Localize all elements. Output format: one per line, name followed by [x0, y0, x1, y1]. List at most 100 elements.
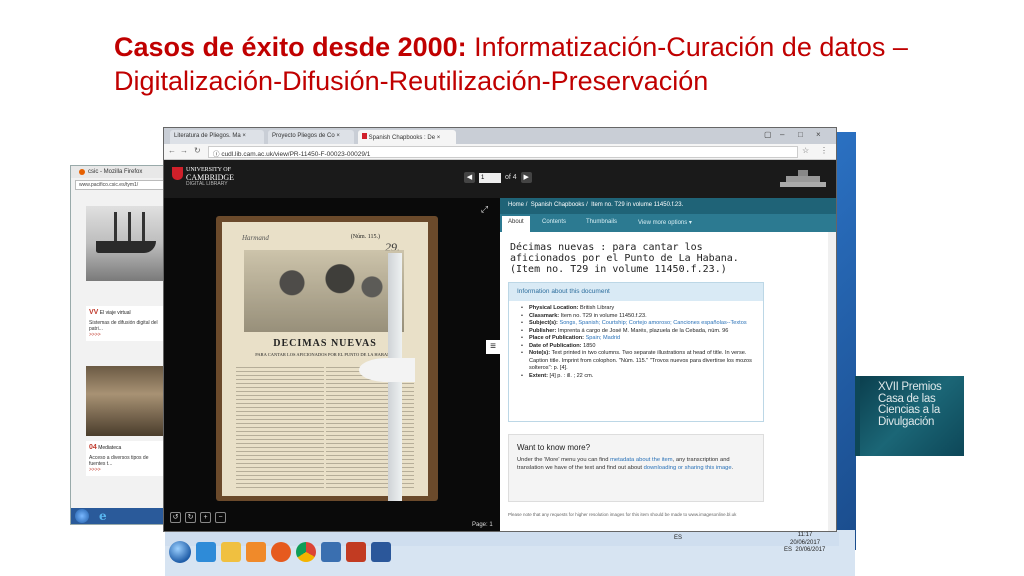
- firefox-url-field[interactable]: www.pacifico.csic.es/tym1/: [75, 180, 165, 190]
- field-place: Place of Publication: Spain; Madrid: [521, 335, 753, 343]
- clock-time: 11:17: [797, 532, 813, 538]
- tab-contents[interactable]: Contents: [542, 219, 566, 225]
- tray-language: ES: [784, 547, 793, 553]
- shield-icon: [172, 167, 183, 180]
- field-label: Extent:: [529, 372, 548, 379]
- field-value: Item no. T29 in volume 11450.f.23.: [559, 312, 647, 319]
- tab-literatura[interactable]: Literatura de Pliegos. Ma ×: [170, 130, 264, 144]
- more-text-part: Under the 'More' menu you can find: [517, 457, 611, 463]
- zoom-out-icon[interactable]: −: [215, 512, 226, 523]
- logo-line: CAMBRIDGE: [186, 173, 235, 182]
- page-input[interactable]: 1: [479, 172, 501, 183]
- powerpoint-icon[interactable]: [346, 542, 366, 562]
- premios-line: XVII Premios: [878, 381, 942, 393]
- rotate-right-icon[interactable]: ↻: [185, 512, 196, 523]
- close-icon[interactable]: ×: [336, 133, 340, 139]
- card-viaje-virtual[interactable]: VV El viaje virtual Sistemas de difusión…: [86, 306, 166, 341]
- windows-start-icon[interactable]: [169, 541, 191, 563]
- scan-number: (Núm. 115.): [350, 234, 380, 240]
- thunderbird-icon[interactable]: [321, 542, 341, 562]
- firefox-icon[interactable]: [271, 542, 291, 562]
- tab-about[interactable]: About: [502, 216, 530, 232]
- tray-language[interactable]: ES: [674, 535, 682, 541]
- tab-thumbnails[interactable]: Thumbnails: [586, 219, 617, 225]
- card-more-link[interactable]: >>>>: [89, 332, 163, 338]
- url-text: cudl.lib.cam.ac.uk/view/PR-11450-F-00023…: [221, 151, 371, 158]
- slide-title: Casos de éxito desde 2000: Informatizaci…: [114, 30, 994, 98]
- chrome-icon[interactable]: [296, 542, 316, 562]
- premios-line: Divulgación: [878, 415, 935, 428]
- start-button[interactable]: [75, 509, 89, 523]
- tray-clock-secondary[interactable]: ES 20/06/2017: [784, 546, 825, 555]
- viewer-controls: ↺ ↻ + −: [170, 512, 226, 523]
- tab-label: Proyecto Pliegos de Co: [272, 133, 335, 139]
- field-value: Imprenta á cargo de José M. Marés, plazu…: [556, 327, 729, 334]
- browser-window: Literatura de Pliegos. Ma × Proyecto Pli…: [163, 127, 837, 532]
- field-label: Date of Publication:: [529, 342, 582, 349]
- more-text: Under the 'More' menu you can find metad…: [517, 457, 755, 472]
- info-heading: Information about this document: [509, 283, 763, 301]
- tab-spanish-chapbooks[interactable]: Spanish Chapbooks : De ×: [358, 130, 456, 144]
- field-value[interactable]: Spain; Madrid: [584, 335, 621, 341]
- image-viewer[interactable]: ⤢ Harmand (Núm. 115.) 29. DECIMAS NUEVAS…: [164, 198, 500, 531]
- card-number: VV: [89, 309, 99, 316]
- hamburger-icon[interactable]: ≡: [486, 340, 500, 354]
- page-of: of 4: [505, 174, 517, 181]
- field-value: British Library: [578, 305, 615, 311]
- ie-icon[interactable]: e: [99, 509, 107, 523]
- card-text: Sistemas de difusión digital del patri..…: [89, 320, 158, 332]
- card-more-link[interactable]: >>>>: [89, 467, 163, 473]
- woodcut-illustration: [244, 250, 404, 332]
- field-publisher: Publisher: Imprenta á cargo de José M. M…: [521, 327, 753, 336]
- folder-icon[interactable]: [221, 542, 241, 562]
- reload-icon[interactable]: ↻: [194, 146, 201, 155]
- maximize-icon[interactable]: □: [798, 130, 803, 139]
- tab-view-more-options[interactable]: View more options ▾: [638, 219, 692, 226]
- ship-photo: [86, 206, 166, 281]
- close-icon[interactable]: ×: [242, 133, 246, 139]
- tab-proyecto[interactable]: Proyecto Pliegos de Co ×: [268, 130, 354, 144]
- close-icon[interactable]: ×: [437, 135, 441, 141]
- firefox-icon: [79, 169, 85, 175]
- field-value: [4] p. : ill. ; 22 cm.: [547, 372, 594, 379]
- rotate-left-icon[interactable]: ↺: [170, 512, 181, 523]
- info-box: Information about this document Physical…: [508, 282, 764, 422]
- download-share-link[interactable]: downloading or sharing this image: [644, 465, 732, 471]
- breadcrumb-home[interactable]: Home: [508, 202, 524, 208]
- field-value: 1850: [581, 342, 596, 349]
- url-input[interactable]: ⓘ cudl.lib.cam.ac.uk/view/PR-11450-F-000…: [208, 146, 798, 158]
- tray-clock[interactable]: 11:17 20/06/2017: [790, 531, 820, 547]
- panel-scrollbar[interactable]: [828, 232, 836, 531]
- breadcrumb-collection[interactable]: Spanish Chapbooks: [531, 202, 585, 208]
- document-title: Décimas nuevas : para cantar los aficion…: [510, 242, 739, 275]
- metadata-link[interactable]: metadata about the item: [610, 457, 673, 463]
- scan-handwriting: Harmand: [242, 234, 269, 242]
- bookmark-star-icon[interactable]: ☆: [802, 146, 809, 155]
- minimize-icon[interactable]: –: [780, 130, 784, 139]
- field-value[interactable]: Songs, Spanish; Courtship; Cortejo amoro…: [558, 320, 746, 326]
- card-mediateca[interactable]: 04 Mediateca Acceso a diversos tipos de …: [86, 441, 166, 476]
- forward-icon[interactable]: →: [180, 146, 188, 155]
- cambridge-logo[interactable]: UNIVERSITY OF CAMBRIDGE DIGITAL LIBRARY: [172, 167, 234, 188]
- zoom-in-icon[interactable]: +: [200, 512, 211, 523]
- cudl-header: UNIVERSITY OF CAMBRIDGE DIGITAL LIBRARY …: [164, 160, 836, 198]
- resolution-note: Please note that any requests for higher…: [508, 512, 737, 517]
- ie-icon[interactable]: [196, 542, 216, 562]
- field-notes: Note(s): Text printed in two columns. Tw…: [521, 350, 753, 373]
- media-player-icon[interactable]: [246, 542, 266, 562]
- want-to-know-more: Want to know more? Under the 'More' menu…: [508, 434, 764, 502]
- slide-title-bold: Casos de éxito desde 2000:: [114, 32, 467, 62]
- field-subjects: Subject(s): Songs, Spanish; Courtship; C…: [521, 320, 753, 328]
- field-label: Publisher:: [529, 327, 557, 334]
- field-label: Place of Publication:: [529, 335, 585, 341]
- close-window-icon[interactable]: ×: [816, 130, 821, 139]
- user-icon[interactable]: ▢: [764, 130, 772, 139]
- menu-icon[interactable]: ⋮: [820, 146, 828, 155]
- word-icon[interactable]: [371, 542, 391, 562]
- next-page-icon[interactable]: ▶: [520, 172, 532, 183]
- panel-tabs: About Contents Thumbnails View more opti…: [500, 214, 836, 232]
- prev-page-icon[interactable]: ◀: [464, 172, 475, 183]
- back-icon[interactable]: ←: [168, 146, 176, 155]
- breadcrumb-separator: /: [586, 202, 588, 208]
- fullscreen-icon[interactable]: ⤢: [479, 204, 490, 215]
